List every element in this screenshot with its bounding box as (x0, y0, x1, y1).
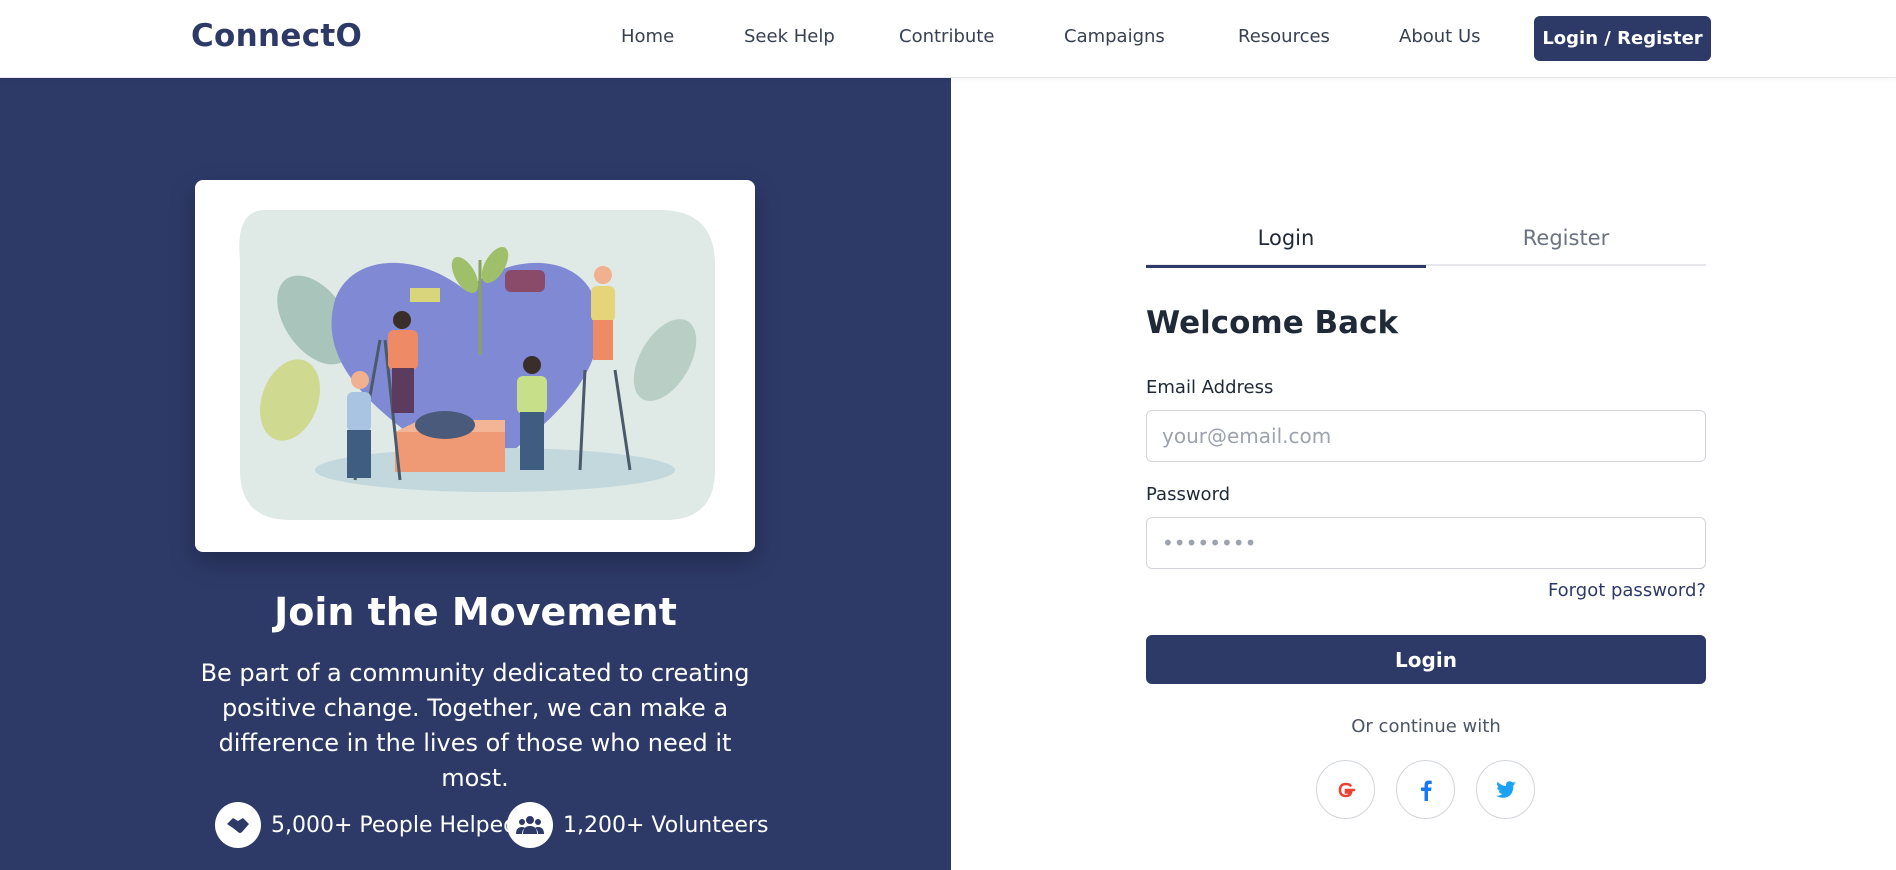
nav-home[interactable]: Home (621, 26, 674, 47)
community-illustration (195, 180, 755, 552)
email-input[interactable] (1146, 410, 1706, 462)
illustration-graphic (239, 210, 715, 520)
nav-seek-help[interactable]: Seek Help (744, 26, 835, 47)
tab-register[interactable]: Register (1426, 226, 1706, 266)
site-logo[interactable]: ConnectO (191, 18, 362, 54)
handshake-icon (215, 802, 261, 848)
nav-contribute[interactable]: Contribute (899, 26, 994, 47)
nav-campaigns[interactable]: Campaigns (1064, 26, 1165, 47)
twitter-login-button[interactable] (1476, 760, 1535, 819)
login-submit-button[interactable]: Login (1146, 635, 1706, 684)
nav-resources[interactable]: Resources (1238, 26, 1330, 47)
google-login-button[interactable] (1316, 760, 1375, 819)
stat-volunteers: 1,200+ Volunteers (507, 802, 768, 848)
auth-tabs: Login Register (1146, 222, 1706, 268)
site-header: ConnectO Home Seek Help Contribute Campa… (0, 0, 1896, 78)
form-heading: Welcome Back (1146, 305, 1399, 341)
password-input[interactable] (1146, 517, 1706, 569)
email-label: Email Address (1146, 377, 1274, 398)
login-register-button[interactable]: Login / Register (1534, 16, 1711, 61)
google-icon (1338, 782, 1355, 797)
stat-label: 5,000+ People Helped (271, 812, 518, 838)
nav-about-us[interactable]: About Us (1399, 26, 1481, 47)
hero-title: Join the Movement (274, 590, 677, 634)
forgot-password-link[interactable]: Forgot password? (1406, 580, 1706, 601)
facebook-login-button[interactable] (1396, 760, 1455, 819)
tab-login[interactable]: Login (1146, 226, 1426, 268)
password-label: Password (1146, 484, 1231, 505)
stat-label: 1,200+ Volunteers (563, 812, 769, 838)
twitter-icon (1495, 780, 1516, 798)
stat-people-helped: 5,000+ People Helped (215, 802, 517, 848)
hero-description: Be part of a community dedicated to crea… (200, 659, 750, 792)
or-continue-text: Or continue with (1351, 716, 1501, 737)
facebook-icon (1420, 780, 1432, 801)
users-icon (507, 802, 553, 848)
hero-panel: Join the Movement Be part of a community… (0, 78, 951, 870)
